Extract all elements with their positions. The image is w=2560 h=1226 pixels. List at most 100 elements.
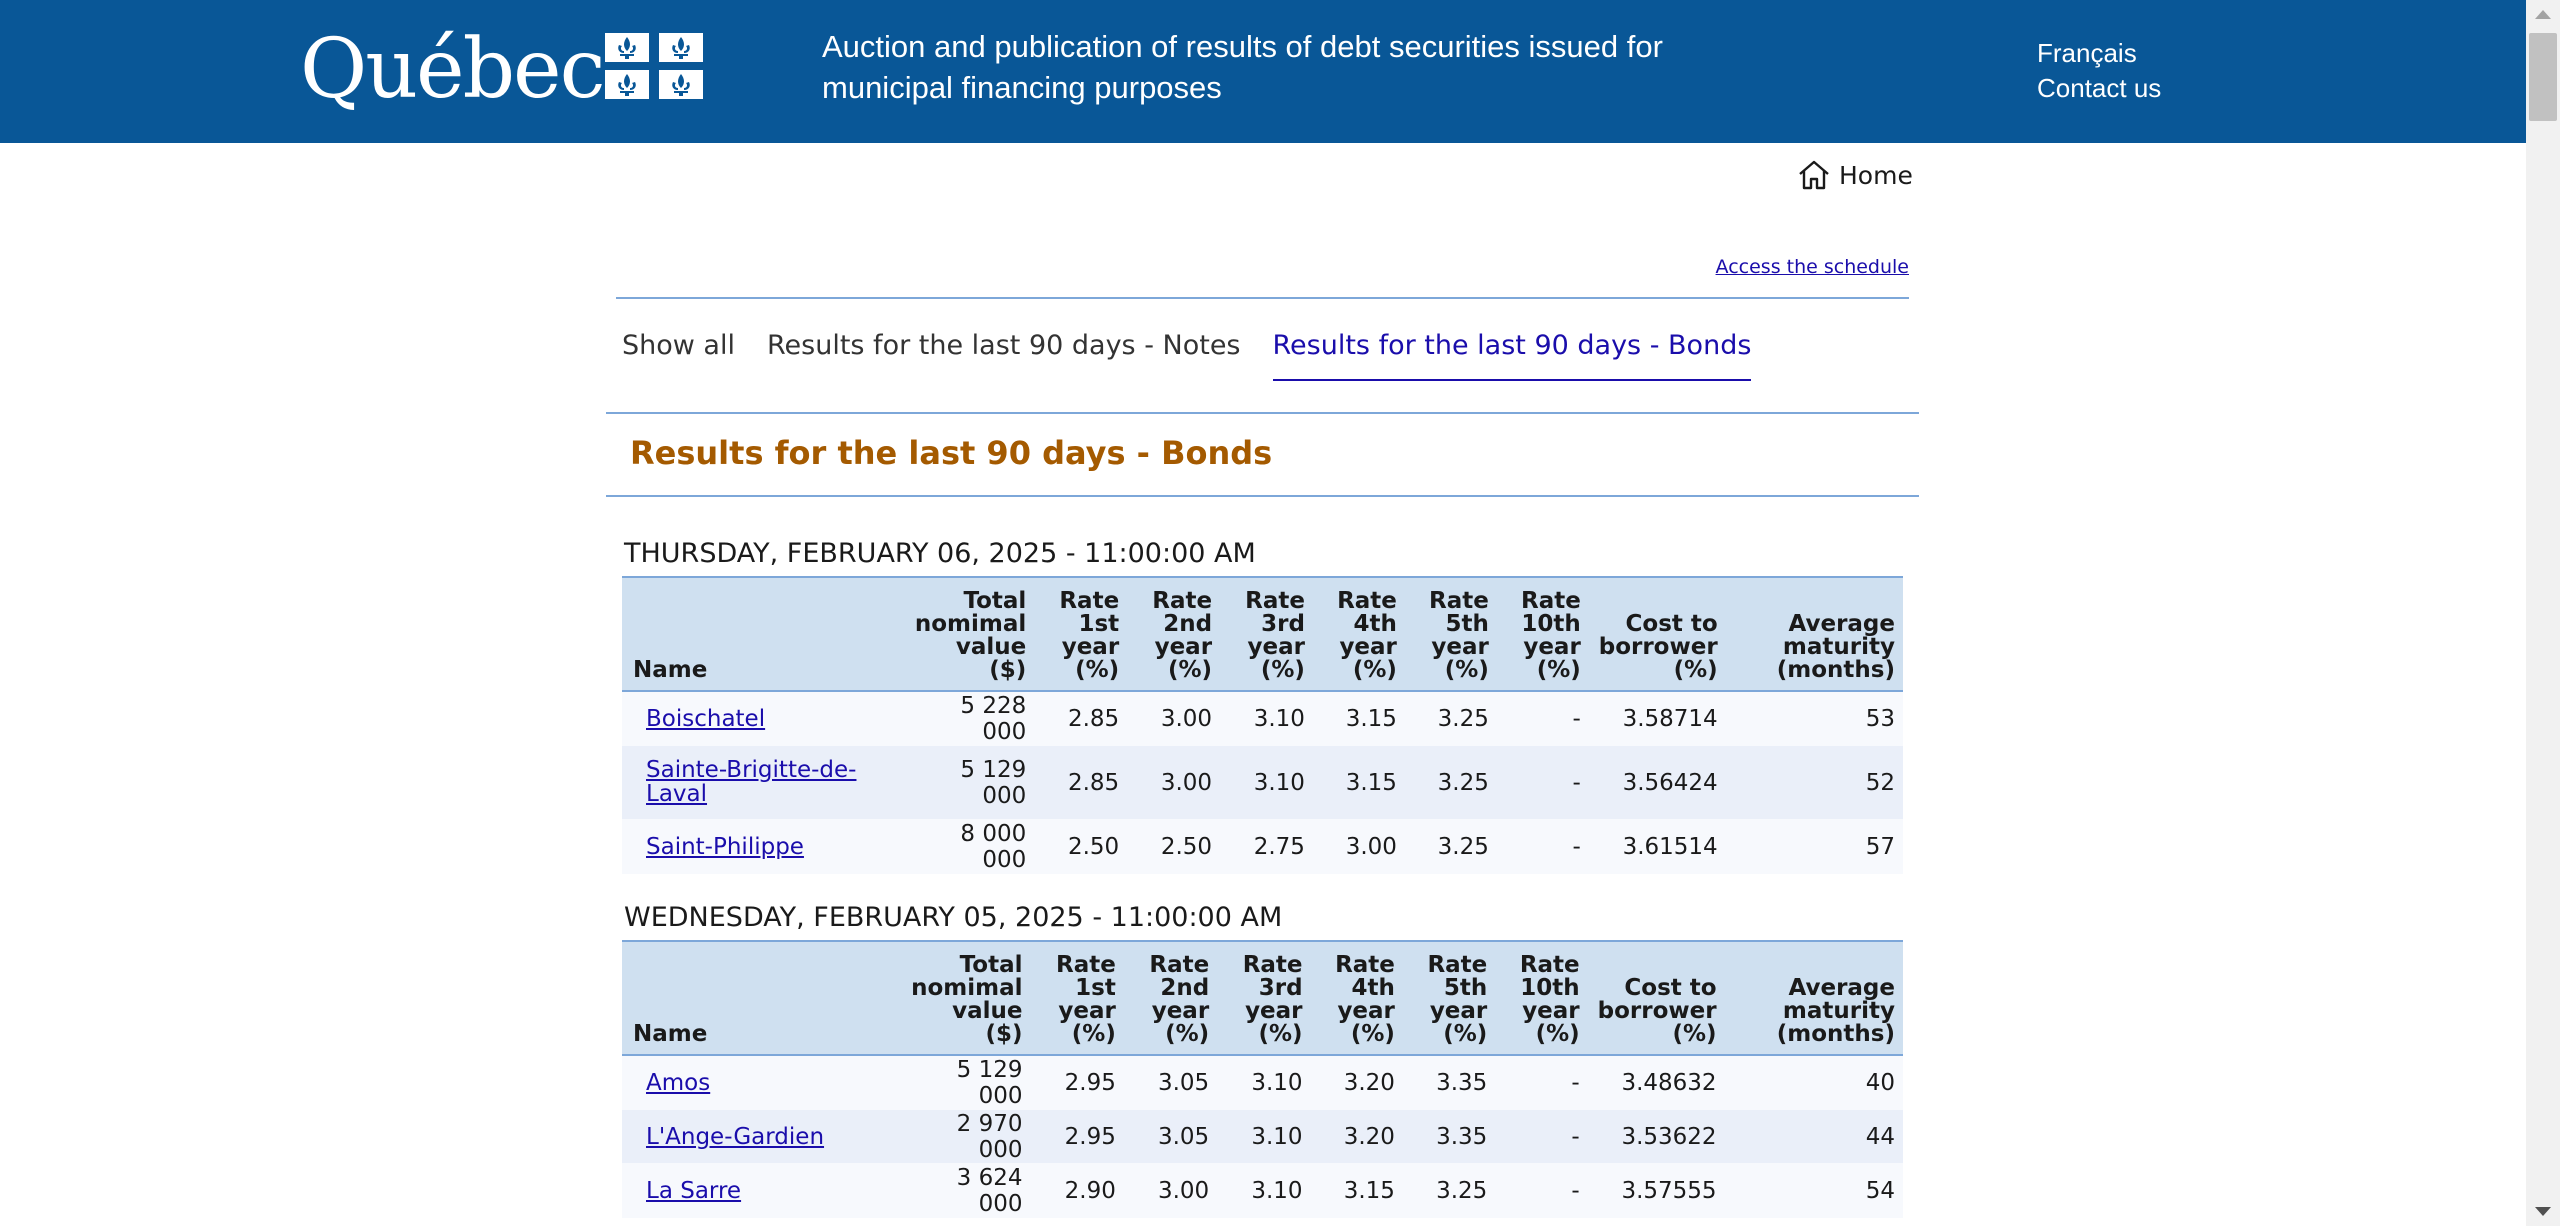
average-maturity: 57 <box>1865 833 1895 860</box>
col-header-rate3: Rate 3rd year (%) <box>1220 576 1313 692</box>
table-row: Boischatel 5 228 000 2.85 3.00 3.10 3.15… <box>622 691 1903 746</box>
cost-to-borrower: 3.56424 <box>1622 769 1718 796</box>
table-row: Sainte-Brigitte-de-Laval 5 129 000 2.85 … <box>622 746 1903 819</box>
tab-notes-90-days[interactable]: Results for the last 90 days - Notes <box>767 330 1241 381</box>
col-header-name: Name <box>622 576 907 692</box>
rate-2: 3.00 <box>1160 769 1213 796</box>
header-links: Français Contact us <box>2037 36 2161 106</box>
col-header-maturity: Average maturity (months) <box>1725 576 1903 692</box>
scroll-down-arrow-icon[interactable] <box>2535 1207 2551 1216</box>
rate-5: 3.25 <box>1437 833 1489 860</box>
total-value: 5 129 000 <box>956 1057 1023 1109</box>
col-header-maturity: Average maturity (months) <box>1724 940 1903 1056</box>
col-header-rate3: Rate 3rd year (%) <box>1217 940 1311 1056</box>
rate-10: - <box>1571 1123 1580 1150</box>
col-header-rate2: Rate 2nd year (%) <box>1123 940 1218 1056</box>
rate-4: 3.15 <box>1343 1177 1395 1204</box>
scroll-thumb[interactable] <box>2529 33 2557 121</box>
rate-2: 2.50 <box>1160 833 1213 860</box>
average-maturity: 40 <box>1865 1070 1895 1096</box>
col-header-rate1: Rate 1st year (%) <box>1034 576 1128 692</box>
municipality-link[interactable]: Boischatel <box>646 706 765 732</box>
col-header-rate5: Rate 5th year (%) <box>1402 940 1496 1056</box>
rate-4: 3.15 <box>1345 769 1397 796</box>
rate-2: 3.00 <box>1157 1177 1210 1204</box>
site-header: Québec Auction and publication of result… <box>0 0 2526 143</box>
municipality-link[interactable]: Amos <box>646 1070 710 1096</box>
table-row: Saint-Philippe 8 000 000 2.50 2.50 2.75 … <box>622 819 1903 874</box>
col-header-rate1: Rate 1st year (%) <box>1030 940 1124 1056</box>
total-value: 8 000 000 <box>960 820 1027 873</box>
home-label: Home <box>1839 160 1913 190</box>
quebec-logo[interactable]: Québec <box>300 20 606 120</box>
col-header-rate10: Rate 10th year (%) <box>1495 940 1588 1056</box>
cost-to-borrower: 3.58714 <box>1622 706 1718 732</box>
rate-1: 2.85 <box>1067 769 1120 796</box>
rate-1: 2.50 <box>1067 833 1120 860</box>
col-header-rate4: Rate 4th year (%) <box>1310 940 1403 1056</box>
contact-us-link[interactable]: Contact us <box>2037 71 2161 106</box>
rate-3: 3.10 <box>1251 1177 1303 1204</box>
col-header-rate5: Rate 5th year (%) <box>1404 576 1497 692</box>
tab-show-all[interactable]: Show all <box>622 330 735 381</box>
site-title: Auction and publication of results of de… <box>822 29 1663 105</box>
col-header-total: Total nomimal value ($) <box>906 576 1035 692</box>
page-scrollbar[interactable] <box>2526 0 2560 1226</box>
home-link[interactable]: Home <box>1797 160 1913 190</box>
average-maturity: 52 <box>1865 769 1895 796</box>
rate-1: 2.95 <box>1064 1070 1116 1096</box>
auction-date: WEDNESDAY, FEBRUARY 05, 2025 - 11:00:00 … <box>624 902 1283 933</box>
col-header-rate4: Rate 4th year (%) <box>1312 576 1405 692</box>
rate-2: 3.00 <box>1160 706 1213 732</box>
results-table: Name Total nomimal value ($) Rate 1st year (%… <box>622 576 1903 874</box>
page-title: Results for the last 90 days - Bonds <box>630 434 1273 472</box>
municipality-link[interactable]: L'Ange-Gardien <box>646 1124 824 1150</box>
rate-5: 3.25 <box>1436 1177 1488 1204</box>
divider <box>616 297 1909 299</box>
access-schedule-link[interactable]: Access the schedule <box>1716 256 1909 278</box>
municipality-link[interactable]: Saint-Philippe <box>646 834 804 860</box>
rate-4: 3.00 <box>1345 833 1397 860</box>
cost-to-borrower: 3.53622 <box>1621 1123 1717 1150</box>
scroll-up-arrow-icon[interactable] <box>2535 10 2551 19</box>
municipality-link[interactable]: La Sarre <box>646 1178 741 1204</box>
total-value: 5 228 000 <box>960 693 1027 745</box>
col-header-cost: Cost to borrower (%) <box>1587 940 1725 1056</box>
rate-10: - <box>1572 706 1581 732</box>
rate-3: 3.10 <box>1253 769 1305 796</box>
rate-10: - <box>1572 833 1581 860</box>
cost-to-borrower: 3.57555 <box>1621 1177 1717 1204</box>
total-value: 2 970 000 <box>956 1110 1023 1163</box>
divider <box>606 412 1919 414</box>
rate-5: 3.35 <box>1436 1070 1488 1096</box>
tab-bonds-90-days[interactable]: Results for the last 90 days - Bonds <box>1272 330 1752 381</box>
average-maturity: 53 <box>1865 706 1895 732</box>
rate-4: 3.20 <box>1343 1070 1395 1096</box>
total-value: 3 624 000 <box>956 1164 1023 1217</box>
rate-3: 3.10 <box>1253 706 1305 732</box>
rate-4: 3.15 <box>1345 706 1397 732</box>
municipality-link[interactable]: Sainte-Brigitte-de-Laval <box>646 758 866 806</box>
cost-to-borrower: 3.61514 <box>1622 833 1718 860</box>
results-table: Name Total nomimal value ($) Rate 1st year (%… <box>622 940 1903 1218</box>
rate-10: - <box>1571 1177 1580 1204</box>
tab-bar: Show all Results for the last 90 days - … <box>622 330 1752 381</box>
rate-3: 3.10 <box>1251 1123 1303 1150</box>
divider <box>606 495 1919 497</box>
rate-3: 2.75 <box>1253 833 1305 860</box>
rate-4: 3.20 <box>1343 1123 1395 1150</box>
rate-1: 2.90 <box>1064 1177 1116 1204</box>
average-maturity: 44 <box>1865 1123 1895 1150</box>
col-header-rate10: Rate 10th year (%) <box>1496 576 1589 692</box>
rate-10: - <box>1572 769 1581 796</box>
col-header-total: Total nomimal value ($) <box>903 940 1031 1056</box>
language-link-francais[interactable]: Français <box>2037 36 2161 71</box>
fleurdelise-flag-icon <box>605 33 703 99</box>
rate-10: - <box>1571 1070 1580 1096</box>
rate-5: 3.25 <box>1437 769 1489 796</box>
rate-2: 3.05 <box>1157 1123 1210 1150</box>
col-header-name: Name <box>622 940 904 1056</box>
rate-3: 3.10 <box>1251 1070 1303 1096</box>
table-row: L'Ange-Gardien 2 970 000 2.95 3.05 3.10 … <box>622 1110 1903 1163</box>
col-header-cost: Cost to borrower (%) <box>1588 576 1726 692</box>
